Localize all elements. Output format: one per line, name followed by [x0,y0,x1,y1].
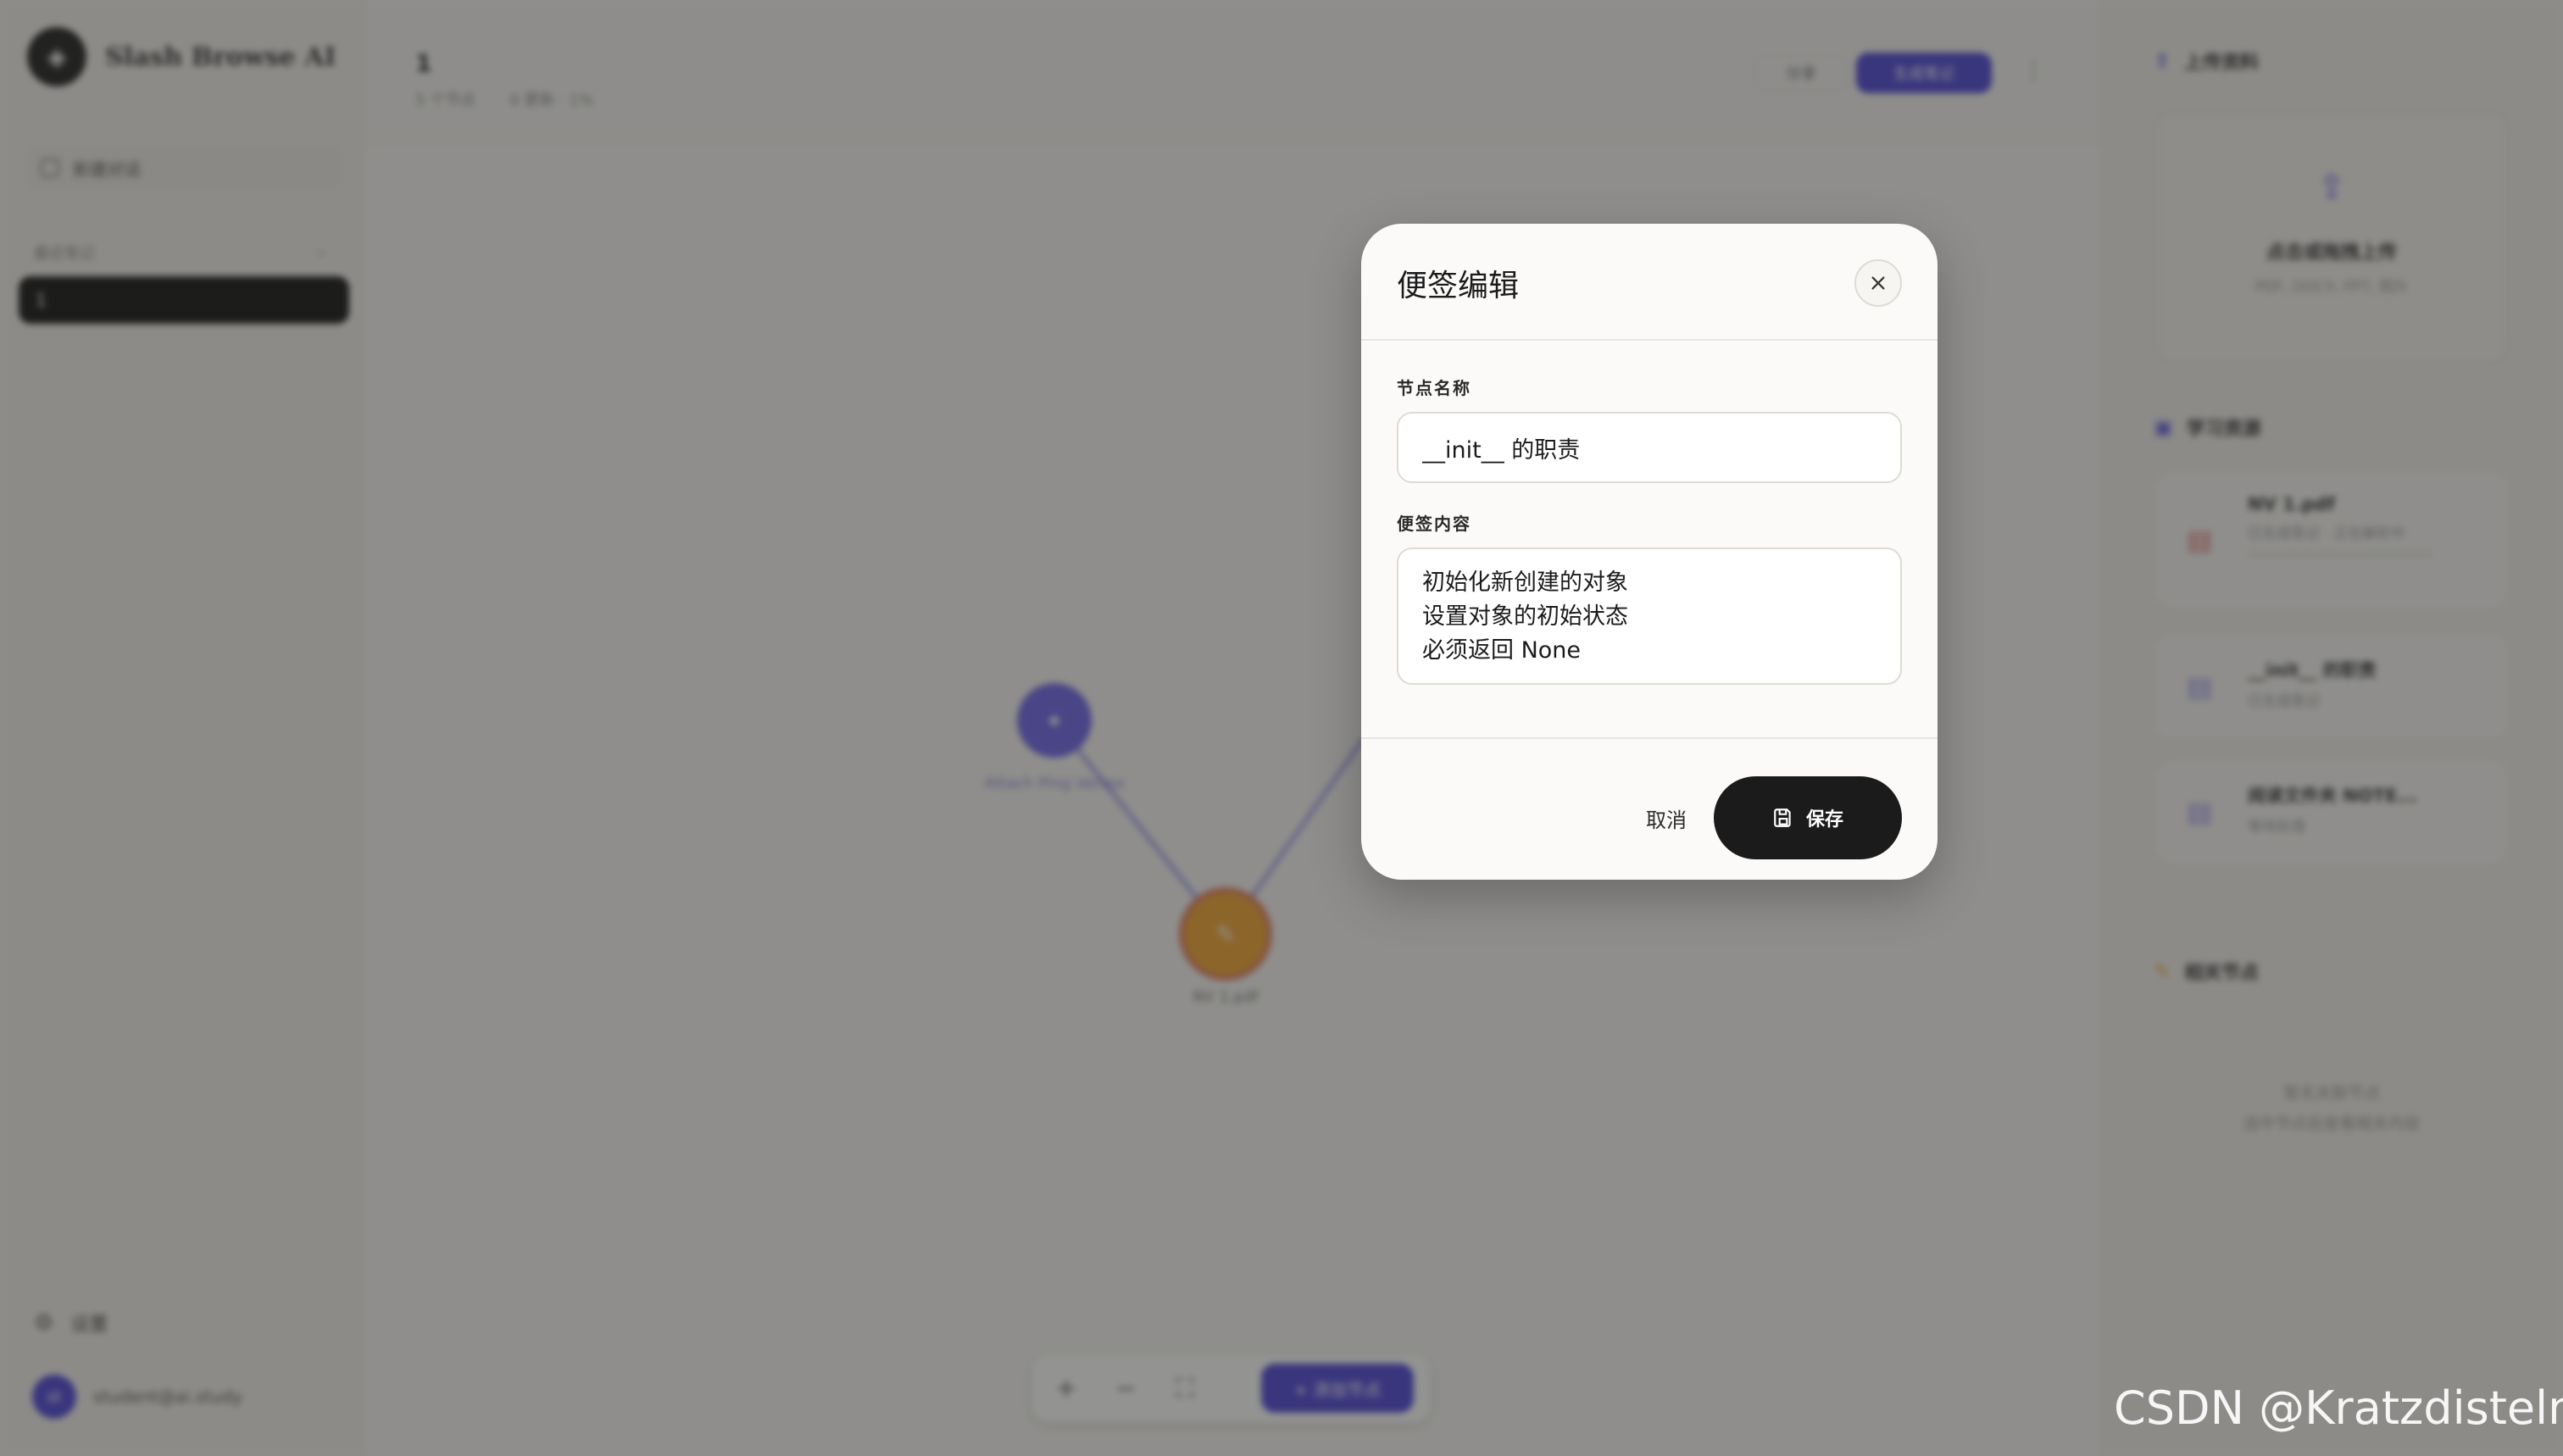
close-icon [1871,276,1885,290]
app-root: ◈ Slash Browse AI 新建对话 最近笔记 ⌄ 1 ⚙ 设置 st … [0,0,2563,1456]
save-icon [1774,809,1791,827]
note-content-textarea[interactable]: 初始化新创建的对象 设置对象的初始状态 必须返回 None [1397,547,1902,685]
node-name-input[interactable] [1397,412,1902,483]
note-content-label: 便签内容 [1397,514,1471,534]
dialog-body: 节点名称 便签内容 初始化新创建的对象 设置对象的初始状态 必须返回 None [1361,341,1938,739]
node-name-label: 节点名称 [1397,378,1471,398]
note-edit-dialog: 便签编辑 节点名称 便签内容 初始化新创建的对象 设置对象的初始状态 必须返回 … [1361,224,1938,880]
save-label: 保存 [1805,809,1843,831]
modal-backdrop[interactable] [0,0,2563,1456]
dialog-header: 便签编辑 [1361,224,1938,341]
watermark-text: CSDN @Kratzdisteln [2114,1381,2563,1435]
dialog-title: 便签编辑 [1397,269,1520,303]
close-button[interactable] [1854,259,1902,307]
dialog-footer: 取消 保存 [1361,739,1938,880]
save-button[interactable]: 保存 [1714,776,1902,859]
